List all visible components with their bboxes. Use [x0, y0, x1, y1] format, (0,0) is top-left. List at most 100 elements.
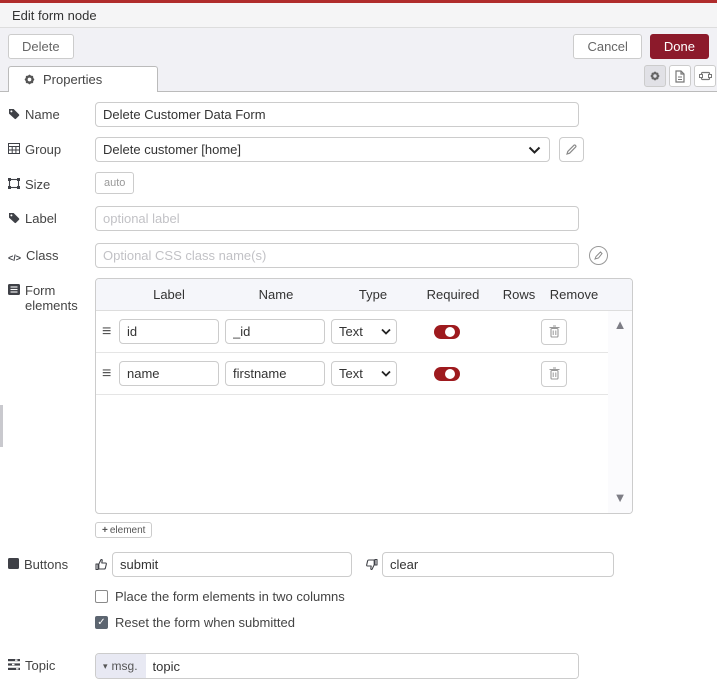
element-type-value: Text: [339, 324, 363, 339]
thumbs-up-icon: [95, 558, 108, 571]
two-columns-label: Place the form elements in two columns: [115, 589, 345, 604]
thumbs-down-icon: [365, 558, 378, 571]
remove-element-button[interactable]: [541, 318, 567, 345]
form-elements-rows: ≡ Text: [96, 311, 608, 513]
drag-handle-icon[interactable]: ≡: [102, 323, 114, 341]
buttons-field-label: Buttons: [24, 557, 69, 572]
table-icon: [8, 143, 20, 154]
element-name-input[interactable]: [225, 361, 325, 386]
list-scrollbar[interactable]: ▲ ▼: [608, 311, 632, 513]
toggle-knob: [445, 368, 455, 379]
option-two-columns: Place the form elements in two columns: [95, 589, 717, 604]
tab-icon-group: [644, 65, 716, 87]
topic-field-label: Topic: [25, 658, 56, 673]
properties-form: Name Group Delete customer [home]: [0, 92, 717, 679]
form-elements-list: Label Name Type Required Rows Remove ≡ i…: [95, 278, 633, 514]
element-type-value: Text: [339, 366, 363, 381]
trash-icon: [549, 367, 560, 380]
field-row-buttons: Buttons: [8, 552, 717, 577]
pencil-icon: [565, 143, 577, 156]
topic-type-select[interactable]: ▾ msg.: [96, 654, 146, 678]
size-button[interactable]: auto: [95, 172, 135, 194]
plus-icon: +: [102, 524, 108, 536]
field-row-group: Group Delete customer [home]: [8, 137, 717, 162]
edit-group-button[interactable]: [558, 137, 584, 162]
topic-input[interactable]: [145, 654, 578, 678]
two-columns-checkbox[interactable]: [95, 590, 108, 603]
tag-icon: [8, 212, 20, 224]
toggle-knob: [445, 326, 455, 337]
drag-handle-icon[interactable]: ≡: [102, 365, 114, 383]
column-header-remove: Remove: [549, 287, 599, 302]
group-select[interactable]: Delete customer [home]: [95, 137, 550, 162]
tab-properties-label: Properties: [43, 72, 103, 87]
topic-type-label: msg.: [111, 659, 138, 673]
column-header-rows: Rows: [502, 287, 536, 302]
group-field-label: Group: [25, 142, 62, 157]
appearance-panel-button[interactable]: [694, 65, 716, 87]
column-header-type: Type: [358, 287, 388, 302]
column-header-label: Label: [153, 287, 185, 302]
field-row-size: Size auto: [8, 172, 717, 194]
document-icon: [674, 69, 686, 83]
class-field-label: Class: [26, 248, 59, 263]
element-label-input[interactable]: [119, 361, 219, 386]
remove-element-button[interactable]: [541, 360, 567, 387]
description-panel-button[interactable]: [669, 65, 691, 87]
reset-form-checkbox[interactable]: ✓: [95, 616, 108, 629]
done-button[interactable]: Done: [649, 34, 709, 59]
chevron-down-icon: [381, 328, 391, 335]
field-row-name: Name: [8, 102, 717, 127]
element-row: ≡ Text: [96, 353, 608, 395]
topic-typed-input: ▾ msg.: [95, 653, 579, 679]
required-toggle[interactable]: [434, 366, 460, 381]
submit-button-input[interactable]: [112, 552, 352, 577]
label-field-label: Label: [25, 211, 57, 226]
field-row-label: Label: [8, 206, 717, 231]
form-elements-header: Label Name Type Required Rows Remove: [96, 279, 632, 311]
chevron-down-icon: [528, 146, 541, 154]
element-type-select[interactable]: Text: [331, 361, 397, 386]
element-label-input[interactable]: [119, 319, 219, 344]
class-style-picker-button[interactable]: [588, 246, 608, 265]
field-row-topic: Topic ▾ msg.: [8, 653, 717, 679]
style-edit-icon: [593, 251, 603, 260]
required-toggle[interactable]: [434, 324, 460, 339]
column-header-name: Name: [258, 287, 294, 302]
options-block: Place the form elements in two columns ✓…: [8, 589, 717, 641]
tasks-icon: [8, 659, 20, 670]
name-input[interactable]: [95, 102, 579, 127]
code-icon: </>: [8, 253, 22, 263]
left-scroll-notch: [0, 405, 3, 447]
clear-button-input[interactable]: [382, 552, 614, 577]
caret-down-icon: ▾: [103, 660, 108, 671]
chevron-down-icon: [381, 370, 391, 377]
object-group-icon: [8, 178, 20, 189]
cancel-button[interactable]: Cancel: [573, 34, 642, 59]
tag-icon: [8, 108, 20, 120]
properties-panel-button[interactable]: [644, 65, 666, 87]
tab-properties[interactable]: Properties: [8, 66, 158, 92]
field-row-class: </> Class: [8, 243, 717, 268]
size-field-label: Size: [25, 177, 51, 192]
dialog-header: Edit form node: [0, 3, 717, 28]
dialog-title: Edit form node: [12, 7, 97, 23]
scroll-down-icon[interactable]: ▼: [614, 490, 627, 505]
add-element-label: element: [109, 524, 146, 536]
dialog-toolbar: Delete Cancel Done: [0, 28, 717, 65]
option-reset-form: ✓ Reset the form when submitted: [95, 615, 717, 630]
scroll-up-icon[interactable]: ▲: [614, 317, 627, 332]
add-element-button[interactable]: + element: [95, 522, 153, 538]
element-type-select[interactable]: Text: [331, 319, 397, 344]
list-alt-icon: [8, 284, 20, 295]
form-elements-body: ≡ Text: [96, 311, 632, 513]
element-row: ≡ Text: [96, 311, 608, 353]
delete-button[interactable]: Delete: [8, 34, 74, 59]
element-name-input[interactable]: [225, 319, 325, 344]
column-header-required: Required: [426, 287, 480, 302]
group-select-value: Delete customer [home]: [103, 142, 242, 157]
square-icon: [8, 558, 19, 569]
gear-icon: [23, 73, 36, 86]
class-input[interactable]: [95, 243, 579, 268]
label-input[interactable]: [95, 206, 579, 231]
